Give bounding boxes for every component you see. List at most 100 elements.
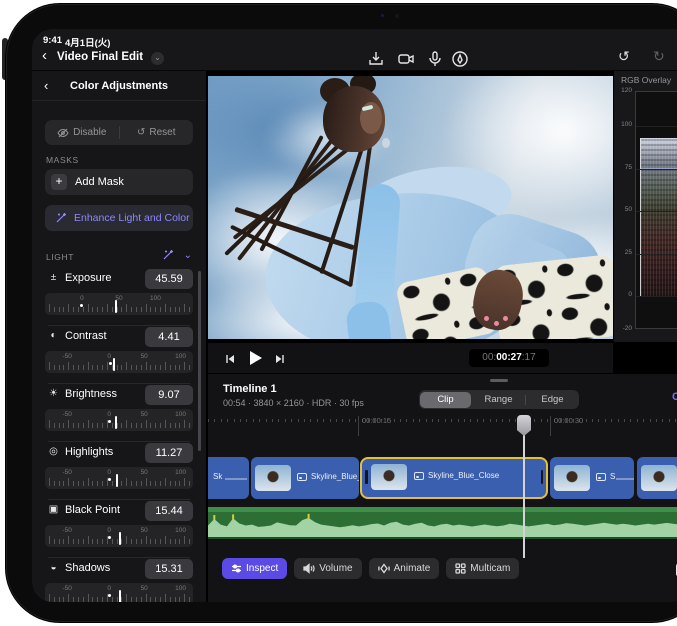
slider-value-marker[interactable] xyxy=(119,590,121,602)
slider-value-marker[interactable] xyxy=(116,474,118,487)
slider-scale-label: 100 xyxy=(175,353,186,360)
timeline-clip[interactable]: S xyxy=(550,457,634,499)
timeline-title: Timeline 1 xyxy=(223,383,277,395)
undo-icon[interactable]: ↺ xyxy=(618,48,630,65)
contrast-value[interactable]: 4.41 xyxy=(145,327,193,347)
timeline-clip[interactable] xyxy=(637,457,677,499)
slider-contrast: ◐Contrast4.41 -50050100 xyxy=(45,325,193,379)
play-button[interactable] xyxy=(248,350,263,371)
trim-handle-left[interactable] xyxy=(365,470,368,484)
timeline-clip[interactable]: Skyline_Blue_Wide xyxy=(251,457,359,499)
slider-value-marker[interactable] xyxy=(115,416,117,429)
camera-icon[interactable] xyxy=(396,49,416,69)
black-point-value[interactable]: 15.44 xyxy=(145,501,193,521)
shadows-slider[interactable]: -50050100 xyxy=(45,583,193,602)
truncated-label xyxy=(225,478,247,480)
exposure-value[interactable]: 45.59 xyxy=(145,269,193,289)
back-chevron-icon[interactable]: ‹ xyxy=(42,48,47,64)
slider-default-dot xyxy=(108,420,111,423)
slider-value-marker[interactable] xyxy=(115,300,117,313)
front-camera xyxy=(381,14,384,17)
slider-scale-label: 50 xyxy=(141,527,148,534)
reset-button[interactable]: ↺ Reset xyxy=(120,120,194,145)
status-time: 9:41 xyxy=(43,35,62,46)
microphone-icon[interactable] xyxy=(425,49,445,69)
slider-scale-label: 50 xyxy=(141,353,148,360)
brightness-icon: ☀ xyxy=(47,388,60,399)
slider-black-point: ▣Black Point15.44 -50050100 xyxy=(45,499,193,553)
slider-scale-label: -50 xyxy=(62,527,71,534)
collapse-chevron-icon[interactable]: ⌄ xyxy=(184,250,192,261)
slider-shadows: ◒Shadows15.31 -50050100 xyxy=(45,557,193,602)
mode-clip[interactable]: Clip xyxy=(420,392,471,408)
timeline-ruler[interactable]: 00:00:1500:00:30 xyxy=(208,414,677,436)
exposure-icon: ± xyxy=(47,272,60,283)
pencil-icon[interactable] xyxy=(450,49,470,69)
slider-highlights: ◎Highlights11.27 -50050100 xyxy=(45,441,193,495)
project-title: Video Final Edit xyxy=(57,51,143,63)
redo-icon[interactable]: ↻ xyxy=(653,48,665,65)
slider-scale-label: -50 xyxy=(62,353,71,360)
contrast-icon: ◐ xyxy=(47,330,60,341)
timeline-panel: Timeline 1 00:54 · 3840 × 2160 · HDR · 3… xyxy=(208,373,677,602)
slider-default-dot xyxy=(108,478,111,481)
scope-axis-label: 25 xyxy=(614,249,632,256)
slider-value-marker[interactable] xyxy=(119,532,121,545)
add-mask-button[interactable]: + Add Mask xyxy=(45,169,193,195)
highlights-slider[interactable]: -50050100 xyxy=(45,467,193,489)
import-icon[interactable] xyxy=(366,49,386,69)
timeline-clip[interactable]: Sk xyxy=(208,457,249,499)
slider-scale-label: 100 xyxy=(150,295,161,302)
timeline-clip-selected[interactable]: Skyline_Blue_Close xyxy=(360,457,548,499)
drag-handle[interactable] xyxy=(490,379,508,382)
timecode-display[interactable]: 00:00:27:17 xyxy=(469,349,549,367)
color-adjustments-panel: ‹ Color Adjustments Disable ↺ Reset MASK… xyxy=(32,71,207,602)
black-point-icon: ▣ xyxy=(47,504,60,515)
corner-button-partial[interactable]: C xyxy=(672,391,677,403)
inspect-button[interactable]: Inspect xyxy=(222,558,287,579)
light-section-header[interactable]: LIGHT ⌄ xyxy=(32,249,206,267)
slider-scale-label: 100 xyxy=(175,585,186,592)
brightness-slider[interactable]: -50050100 xyxy=(45,409,193,431)
trim-handle-right[interactable] xyxy=(541,470,544,484)
mode-range[interactable]: Range xyxy=(473,392,524,408)
mode-edge[interactable]: Edge xyxy=(527,392,578,408)
exposure-slider[interactable]: 050100 xyxy=(45,293,193,315)
black-point-slider[interactable]: -50 0 50 100 xyxy=(45,525,193,547)
brightness-value[interactable]: 9.07 xyxy=(145,385,193,405)
slider-default-dot xyxy=(108,594,111,597)
slider-scale-label: 100 xyxy=(175,469,186,476)
clip-thumbnail xyxy=(641,465,677,491)
clip-thumbnail xyxy=(255,465,291,491)
image-icon xyxy=(414,472,424,480)
scope-axis-label: 120 xyxy=(614,87,632,94)
slider-scale-label: 0 xyxy=(107,527,111,534)
slider-scale-label: 100 xyxy=(175,527,186,534)
shadows-icon: ◒ xyxy=(47,562,60,573)
magic-wand-icon[interactable] xyxy=(162,249,174,261)
previous-frame-button[interactable] xyxy=(224,352,236,370)
scope-axis-label: 75 xyxy=(614,164,632,171)
shadows-value[interactable]: 15.31 xyxy=(145,559,193,579)
scrollbar[interactable] xyxy=(198,271,201,451)
edit-mode-control: Clip Range Edge xyxy=(419,390,579,409)
audio-clip[interactable] xyxy=(208,507,677,539)
reset-icon: ↺ xyxy=(137,127,145,138)
next-frame-button[interactable] xyxy=(274,352,286,370)
volume-button[interactable]: Volume xyxy=(294,558,361,579)
animate-button[interactable]: Animate xyxy=(369,558,440,579)
video-frame[interactable] xyxy=(208,76,613,339)
highlights-value[interactable]: 11.27 xyxy=(145,443,193,463)
scope-axis-label: -20 xyxy=(614,325,632,332)
contrast-slider[interactable]: -50050100 xyxy=(45,351,193,373)
enhance-light-color-button[interactable]: Enhance Light and Color xyxy=(45,205,193,231)
title-dropdown-icon[interactable]: ⌄ xyxy=(151,52,164,65)
playhead-line[interactable] xyxy=(523,418,525,558)
slider-scale-label: 0 xyxy=(80,295,84,302)
disable-button[interactable]: Disable xyxy=(45,120,119,145)
multicam-button[interactable]: Multicam xyxy=(446,558,519,579)
slider-scale-label: 0 xyxy=(107,469,111,476)
slider-value-marker[interactable] xyxy=(113,358,115,371)
volume-icon xyxy=(303,563,315,574)
timeline-meta: 00:54 · 3840 × 2160 · HDR · 30 fps xyxy=(223,398,364,408)
